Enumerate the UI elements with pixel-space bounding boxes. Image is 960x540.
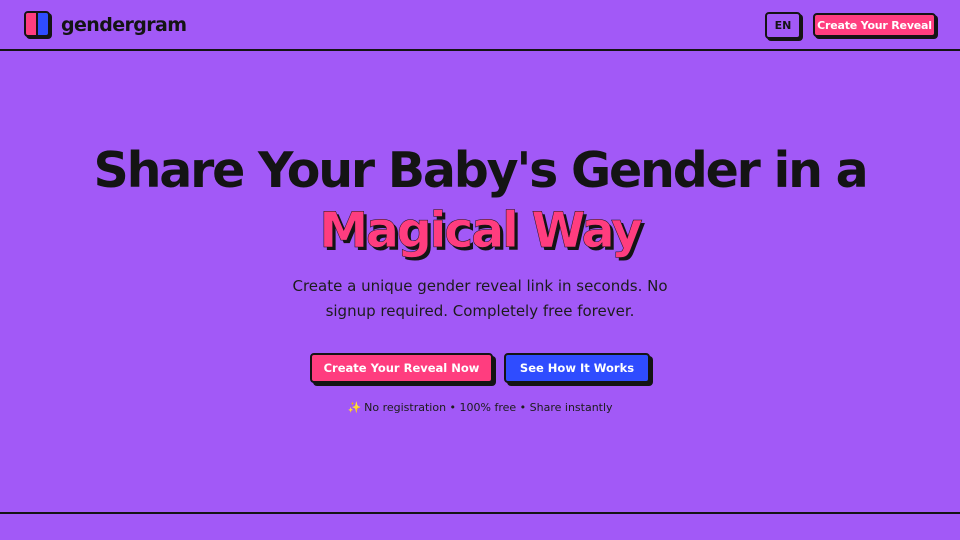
top-navigation-bar: gendergram EN Create Your Reveal bbox=[0, 0, 960, 51]
features-note: ✨ No registration • 100% free • Share ins… bbox=[0, 400, 960, 416]
hero-subtitle: Create a unique gender reveal link in se… bbox=[292, 277, 668, 320]
nav-create-reveal-button[interactable]: Create Your Reveal bbox=[813, 13, 936, 37]
hero-title-highlight: Magical Way bbox=[319, 202, 643, 260]
language-selector-button[interactable]: EN bbox=[765, 12, 801, 39]
create-reveal-now-button[interactable]: Create Your Reveal Now bbox=[310, 353, 493, 383]
split-square-logo-icon bbox=[24, 11, 52, 39]
hero-title: Share Your Baby's Gender in a Magical Wa… bbox=[0, 141, 960, 261]
see-how-it-works-button[interactable]: See How It Works bbox=[504, 353, 650, 383]
features-note-text: No registration • 100% free • Share inst… bbox=[364, 401, 613, 414]
sparkles-icon: ✨ bbox=[347, 401, 362, 414]
section-divider bbox=[0, 512, 960, 514]
brand-logo[interactable]: gendergram bbox=[24, 11, 187, 39]
hero-title-line: Share Your Baby's Gender in a bbox=[93, 142, 869, 199]
brand-name: gendergram bbox=[61, 14, 187, 36]
